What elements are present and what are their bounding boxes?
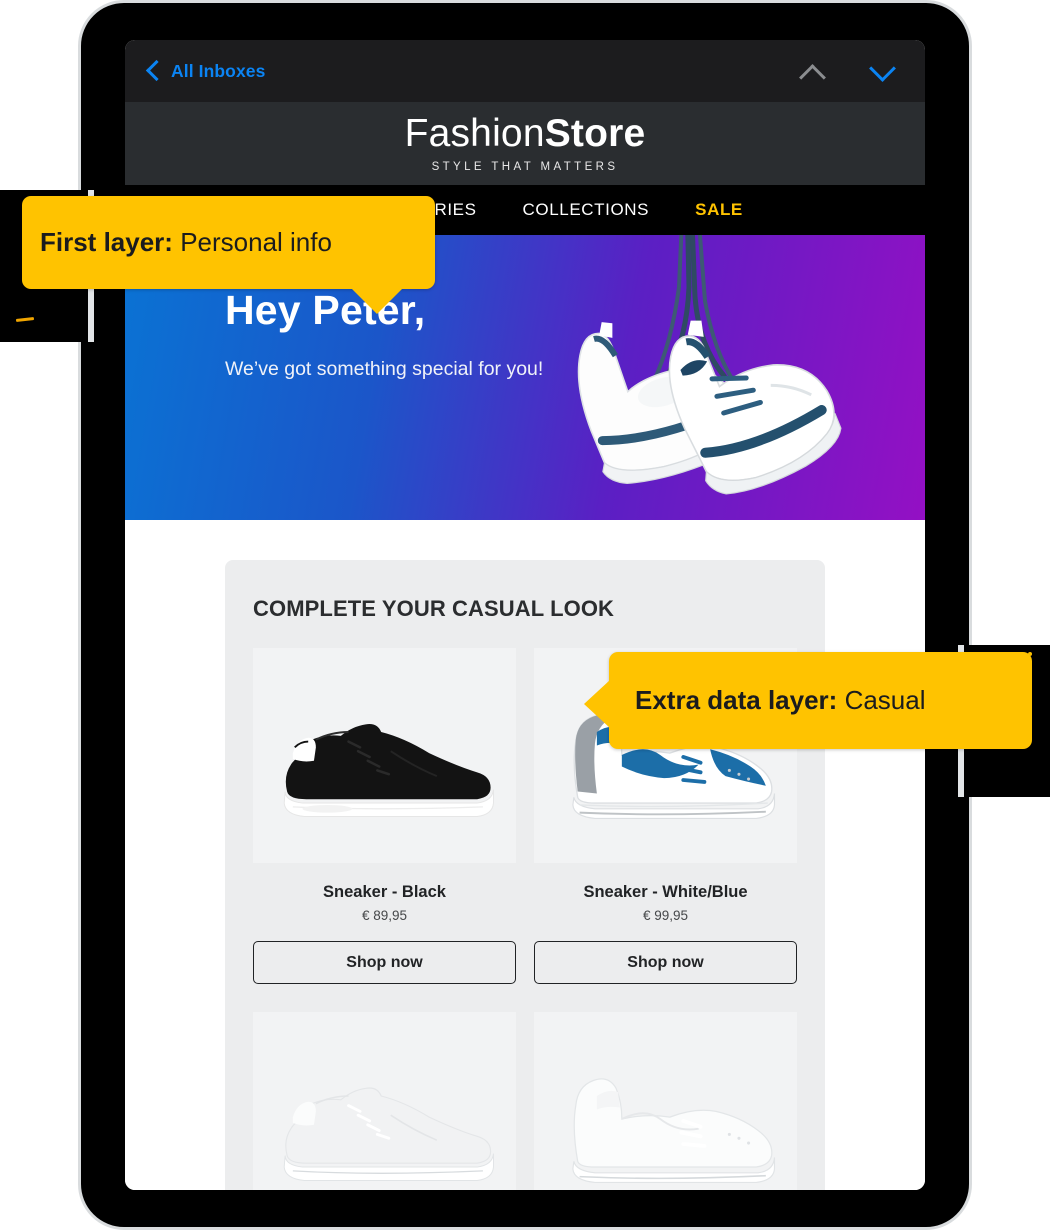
callout-text: Extra data layer: Casual (635, 686, 926, 715)
product-image-black-sneaker (253, 648, 516, 863)
product-card-white-low-top[interactable] (253, 1012, 516, 1190)
mail-toolbar: All Inboxes (125, 40, 925, 102)
back-to-all-inboxes-button[interactable]: All Inboxes (147, 59, 265, 83)
product-image-white-high-top-sneaker (534, 1012, 797, 1190)
section-title: COMPLETE YOUR CASUAL LOOK (253, 596, 615, 621)
hanging-sneakers-image (577, 235, 842, 495)
brand-name-bold: Store (544, 112, 646, 155)
product-price: € 99,95 (642, 908, 689, 923)
brand-name-light: Fashion (404, 112, 545, 155)
chevron-down-icon[interactable] (867, 59, 897, 83)
product-image-white-low-top-sneaker (253, 1012, 516, 1190)
product-name: Sneaker - White/Blue (583, 883, 748, 901)
chevron-up-icon[interactable] (797, 59, 827, 83)
back-label: All Inboxes (171, 60, 266, 81)
shop-now-button[interactable]: Shop now (253, 941, 516, 984)
hero-subtitle: We’ve got something special for you! (225, 358, 544, 380)
nav-item-sale[interactable]: SALE (695, 200, 743, 220)
callout-text: First layer: Personal info (40, 228, 332, 257)
callout-value: Casual (844, 685, 926, 716)
product-name: Sneaker - Black (323, 883, 446, 901)
email-brand-header: FashionStore STYLE THAT MATTERS (125, 102, 925, 185)
callout-extra-data-layer: Extra data layer: Casual (584, 652, 1032, 749)
product-card-white-high-top[interactable] (534, 1012, 797, 1190)
brand-logo: FashionStore (405, 114, 646, 153)
email-body: COMPLETE YOUR CASUAL LOOK Sneaker - Blac… (125, 520, 925, 1190)
callout-value: Personal info (180, 227, 332, 258)
callout-bold-label: First layer: (40, 227, 173, 258)
callout-personal-info: First layer: Personal info (22, 196, 435, 314)
callout-bold-label: Extra data layer: (635, 685, 838, 716)
product-grid-row-2 (253, 1012, 797, 1190)
mail-nav-controls (797, 59, 903, 83)
screenshot-stage: All Inboxes FashionStore STYLE THAT MATT… (0, 0, 1050, 1230)
tablet-device-frame: All Inboxes FashionStore STYLE THAT MATT… (78, 0, 972, 1230)
product-price: € 89,95 (361, 908, 408, 923)
callout-value-label (837, 685, 844, 715)
nav-item-collections[interactable]: COLLECTIONS (523, 200, 650, 220)
shop-now-button[interactable]: Shop now (534, 941, 797, 984)
chevron-left-icon (147, 59, 161, 83)
brand-tagline: STYLE THAT MATTERS (431, 161, 619, 173)
product-card-sneaker-black[interactable]: Sneaker - Black € 89,95 Shop now (253, 648, 516, 984)
